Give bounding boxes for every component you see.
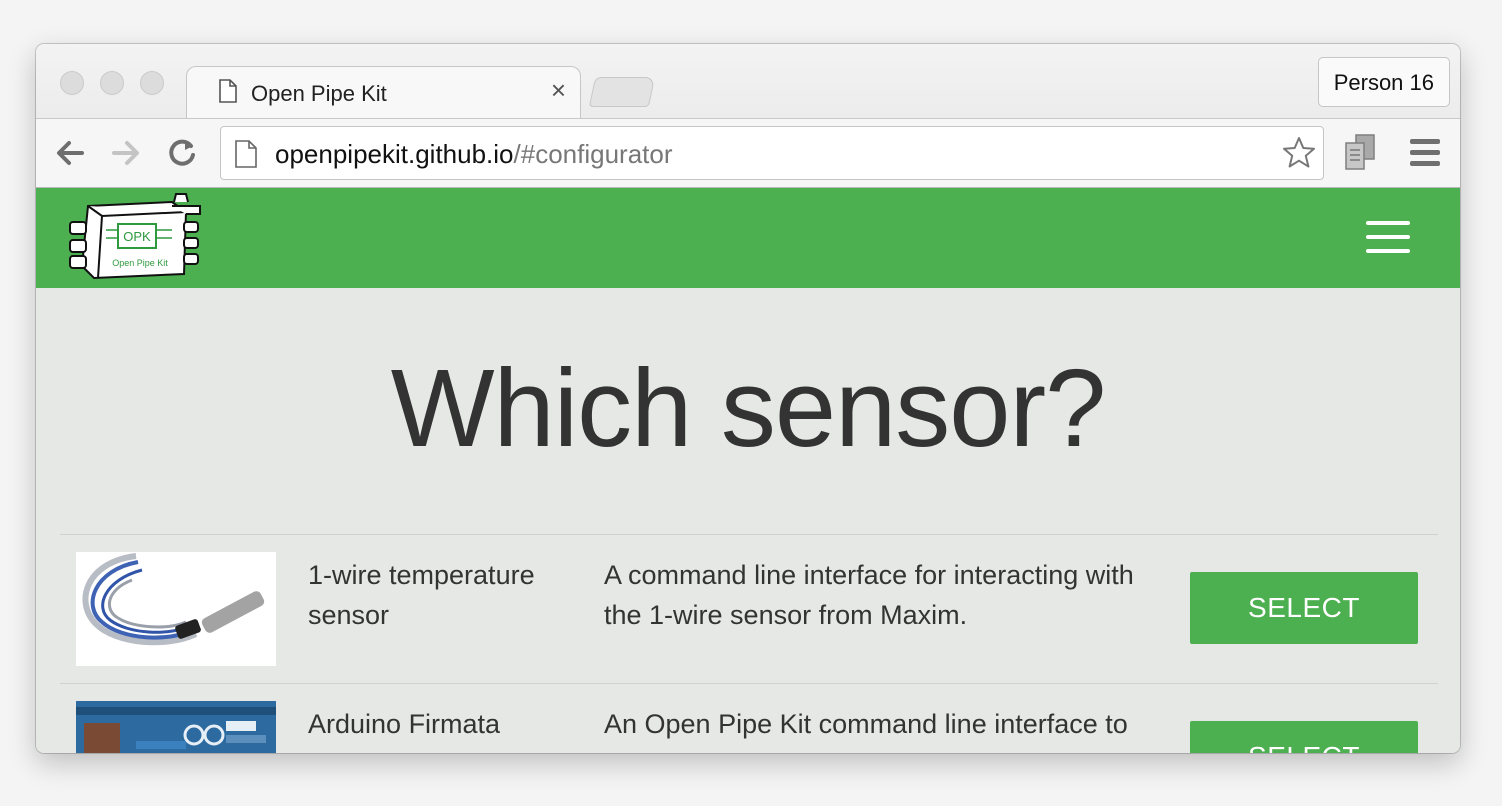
page-icon bbox=[219, 79, 237, 103]
sensor-row: 1-wire temperature sensor A command line… bbox=[60, 534, 1438, 683]
browser-menu-icon[interactable] bbox=[1410, 139, 1440, 167]
web-page: OPK Open Pipe Kit Which sensor? 1-wire t… bbox=[36, 188, 1460, 753]
bookmark-star-icon[interactable] bbox=[1281, 135, 1317, 171]
select-button[interactable]: SELECT bbox=[1190, 572, 1418, 644]
forward-arrow-icon[interactable] bbox=[108, 135, 144, 171]
logo-text: OPK bbox=[123, 229, 151, 244]
url-host: openpipekit.github.io bbox=[275, 139, 514, 169]
tab-title: Open Pipe Kit bbox=[251, 81, 387, 106]
site-navbar: OPK Open Pipe Kit bbox=[36, 188, 1460, 288]
sensor-name: Arduino Firmata adapter bbox=[308, 709, 501, 753]
browser-window: Open Pipe Kit × Person 16 openpipekit.gi… bbox=[36, 44, 1460, 753]
nav-menu-icon[interactable] bbox=[1366, 221, 1410, 253]
address-bar[interactable]: openpipekit.github.io/#configurator bbox=[220, 126, 1324, 180]
url-path: /#configurator bbox=[513, 139, 673, 169]
sensor-description: A command line interface for interacting… bbox=[604, 560, 1134, 630]
page-title: Which sensor? bbox=[390, 347, 1107, 470]
opk-logo[interactable]: OPK Open Pipe Kit bbox=[68, 192, 204, 284]
maximize-window-button[interactable] bbox=[140, 71, 164, 95]
browser-tab[interactable]: Open Pipe Kit × bbox=[186, 66, 581, 120]
close-window-button[interactable] bbox=[60, 71, 84, 95]
reload-icon[interactable] bbox=[164, 135, 200, 171]
back-arrow-icon[interactable] bbox=[52, 135, 88, 171]
logo-subtext: Open Pipe Kit bbox=[112, 258, 168, 268]
extension-icon[interactable] bbox=[1342, 133, 1380, 173]
sensor-thumbnail bbox=[76, 552, 276, 666]
profile-button[interactable]: Person 16 bbox=[1317, 57, 1450, 107]
sensor-description: An Open Pipe Kit command line interface … bbox=[604, 709, 1128, 753]
new-tab-button[interactable] bbox=[588, 77, 656, 107]
tab-close-icon[interactable]: × bbox=[551, 75, 566, 105]
minimize-window-button[interactable] bbox=[100, 71, 124, 95]
browser-toolbar: openpipekit.github.io/#configurator bbox=[36, 118, 1460, 188]
page-icon bbox=[235, 140, 257, 168]
sensor-name: 1-wire temperature sensor bbox=[308, 560, 535, 630]
sensor-list: 1-wire temperature sensor A command line… bbox=[60, 534, 1438, 753]
select-button[interactable]: SELECT bbox=[1190, 721, 1418, 753]
tab-strip: Open Pipe Kit × Person 16 bbox=[36, 44, 1460, 120]
sensor-row: Arduino Firmata adapter An Open Pipe Kit… bbox=[60, 683, 1438, 753]
url-text: openpipekit.github.io/#configurator bbox=[275, 139, 673, 170]
sensor-thumbnail bbox=[76, 701, 276, 753]
